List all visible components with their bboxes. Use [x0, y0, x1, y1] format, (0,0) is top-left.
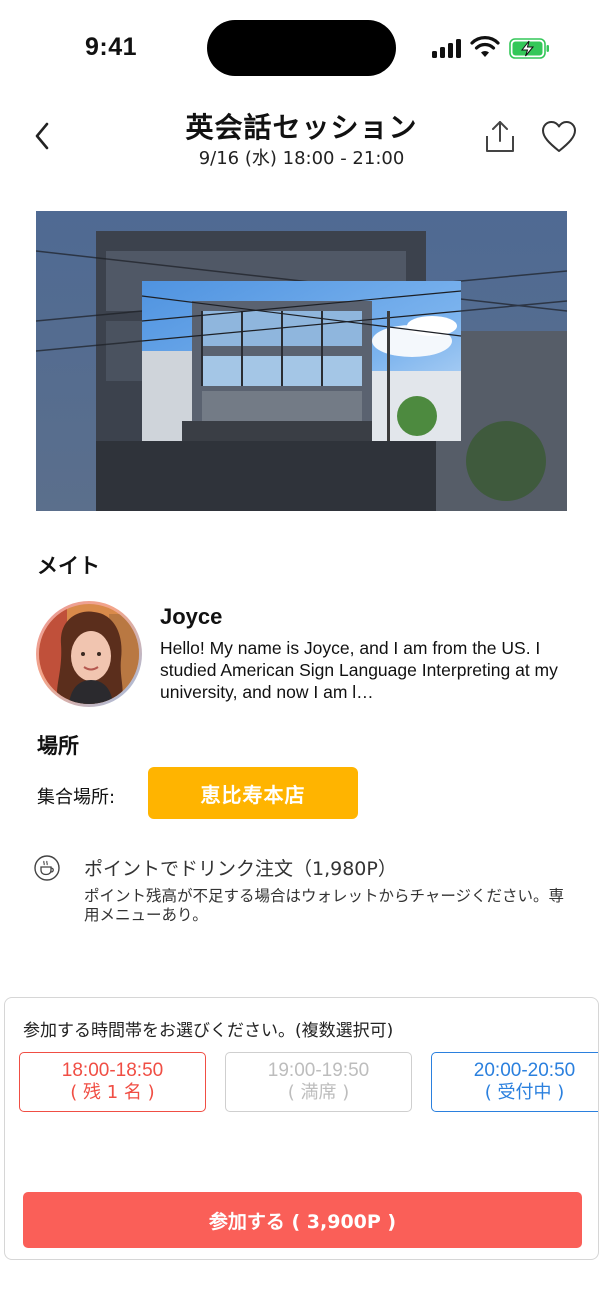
mate-avatar[interactable]: [36, 601, 142, 707]
time-slot-status: ( 残 1 名 ): [70, 1082, 155, 1103]
time-slot-1[interactable]: 18:00-18:50 ( 残 1 名 ): [19, 1052, 206, 1112]
coffee-cup-icon: [34, 855, 60, 881]
time-slot-time: 19:00-19:50: [267, 1060, 370, 1081]
time-slot-2[interactable]: 19:00-19:50 ( 満席 ): [225, 1052, 412, 1112]
mate-bio: Hello! My name is Joyce, and I am from t…: [160, 638, 558, 702]
time-slot-prompt: 参加する時間帯をお選びください。(複数選択可): [23, 1021, 394, 1041]
time-slot-status: ( 満席 ): [287, 1082, 350, 1103]
time-slot-status: ( 受付中 ): [484, 1082, 565, 1103]
drink-order-note: ポイント残高が不足する場合はウォレットからチャージください。専用メニューあり。: [84, 887, 565, 924]
mate-name: Joyce: [160, 604, 223, 629]
status-time: 9:41: [85, 33, 138, 61]
favorite-heart-icon[interactable]: [541, 120, 577, 154]
drink-order-title: ポイントでドリンク注文（1,980P）: [84, 858, 397, 880]
venue-photo: [36, 211, 567, 511]
time-slot-time: 18:00-18:50: [61, 1060, 164, 1081]
booking-panel: 参加する時間帯をお選びください。(複数選択可) 18:00-18:50 ( 残 …: [4, 997, 599, 1260]
meeting-place-label: 集合場所:: [37, 787, 116, 808]
share-icon[interactable]: [482, 119, 518, 155]
time-slot-time: 20:00-20:50: [473, 1060, 576, 1081]
dynamic-island: [207, 20, 396, 76]
wifi-icon: [470, 36, 500, 57]
time-slot-3[interactable]: 20:00-20:50 ( 受付中 ): [431, 1052, 598, 1112]
join-button[interactable]: 参加する ( 3,900P ): [23, 1192, 582, 1248]
meeting-place-button[interactable]: 恵比寿本店: [148, 767, 358, 819]
battery-charging-icon: [509, 38, 549, 59]
cellular-signal-icon: [432, 38, 462, 58]
mate-heading: メイト: [37, 554, 100, 578]
location-heading: 場所: [37, 734, 79, 758]
status-bar: 9:41: [0, 0, 603, 100]
